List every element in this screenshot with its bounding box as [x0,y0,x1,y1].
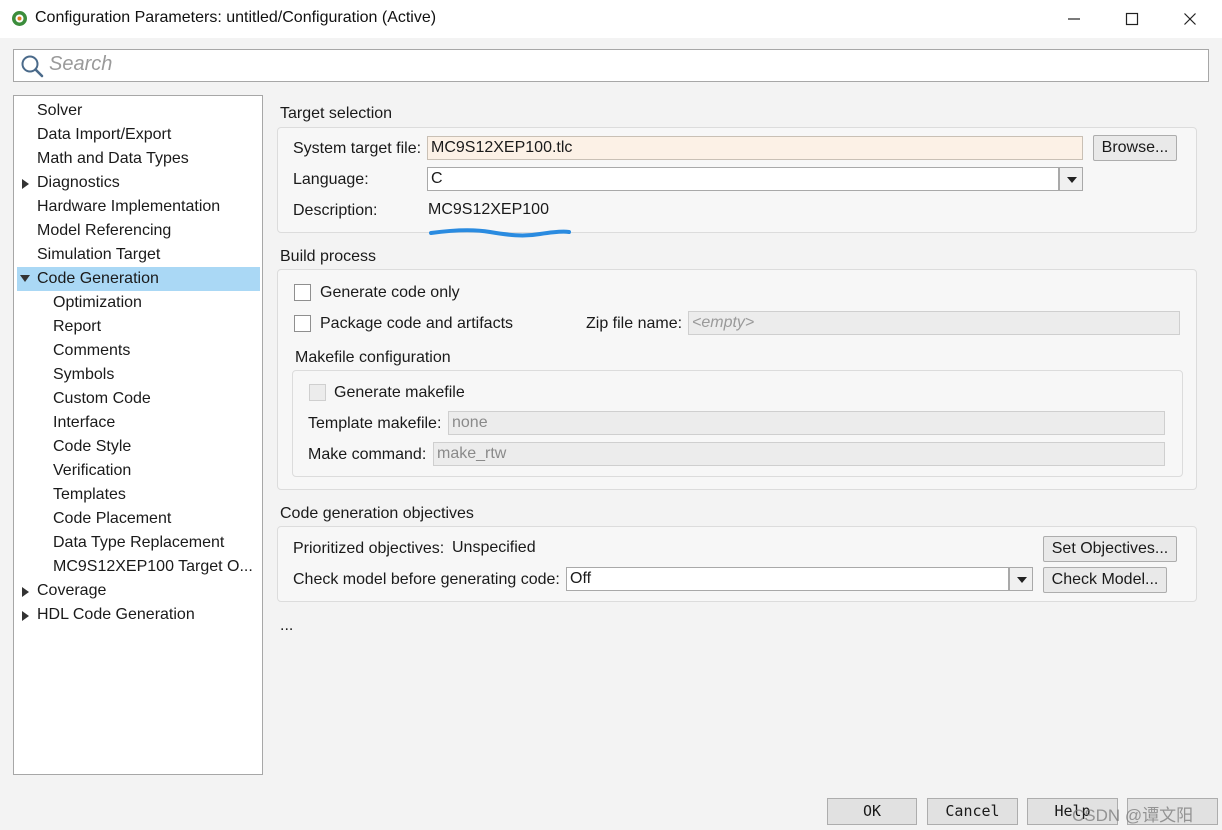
expand-arrow-icon[interactable] [22,179,30,189]
system-target-file-label: System target file: [293,140,422,157]
tree-item-target-options[interactable]: MC9S12XEP100 Target O... [17,555,260,579]
close-button[interactable] [1161,0,1219,38]
generate-code-only-label: Generate code only [320,284,460,301]
tree-item-solver[interactable]: Solver [17,99,260,123]
description-value: MC9S12XEP100 [428,201,549,218]
generate-makefile-checkbox[interactable] [309,384,326,401]
search-icon [21,55,44,78]
system-target-file-field[interactable]: MC9S12XEP100.tlc [427,136,1083,160]
expand-arrow-icon[interactable] [22,587,30,597]
check-model-dropdown-button[interactable] [1009,567,1033,591]
check-model-button[interactable]: Check Model... [1043,567,1167,593]
tree-item-data-import-export[interactable]: Data Import/Export [17,123,260,147]
prioritized-objectives-label: Prioritized objectives: [293,540,445,557]
tree-item-interface[interactable]: Interface [17,411,260,435]
tree-item-hdl-code-generation[interactable]: HDL Code Generation [17,603,260,627]
tree-item-diagnostics[interactable]: Diagnostics [17,171,260,195]
check-model-label: Check model before generating code: [293,571,560,588]
tree-item-comments[interactable]: Comments [17,339,260,363]
tree-item-math-and-data-types[interactable]: Math and Data Types [17,147,260,171]
search-placeholder: Search [49,53,113,75]
tree-item-simulation-target[interactable]: Simulation Target [17,243,260,267]
tree-item-templates[interactable]: Templates [17,483,260,507]
search-input[interactable]: Search [13,49,1209,82]
maximize-button[interactable] [1103,0,1161,38]
check-model-select[interactable]: Off [566,567,1009,591]
tree-item-custom-code[interactable]: Custom Code [17,387,260,411]
tree-item-symbols[interactable]: Symbols [17,363,260,387]
template-makefile-field[interactable]: none [448,411,1165,435]
chevron-down-icon [1067,177,1077,183]
simulink-app-icon [12,11,27,26]
set-objectives-button[interactable]: Set Objectives... [1043,536,1177,562]
browse-button[interactable]: Browse... [1093,135,1177,161]
watermark: CSDN @谭文阳 [1072,806,1194,825]
category-tree[interactable]: Solver Data Import/Export Math and Data … [13,95,263,775]
language-label: Language: [293,171,369,188]
makefile-config-title: Makefile configuration [295,349,451,366]
package-code-checkbox[interactable] [294,315,311,332]
tree-item-code-style[interactable]: Code Style [17,435,260,459]
ok-button[interactable]: OK [827,798,917,825]
tree-item-data-type-replacement[interactable]: Data Type Replacement [17,531,260,555]
underline-annotation [429,228,571,238]
collapse-arrow-icon[interactable] [20,275,30,283]
cancel-button[interactable]: Cancel [927,798,1018,825]
tree-item-coverage[interactable]: Coverage [17,579,260,603]
zip-file-label: Zip file name: [586,315,683,332]
package-code-label: Package code and artifacts [320,315,514,332]
make-command-field[interactable]: make_rtw [433,442,1165,466]
tree-item-code-placement[interactable]: Code Placement [17,507,260,531]
tree-item-optimization[interactable]: Optimization [17,291,260,315]
minimize-button[interactable] [1045,0,1103,38]
more-ellipsis: ... [280,617,294,634]
chevron-down-icon [1017,577,1027,583]
tree-item-verification[interactable]: Verification [17,459,260,483]
maximize-icon [1125,12,1139,26]
prioritized-objectives-value: Unspecified [452,539,536,556]
zip-file-field[interactable]: <empty> [688,311,1180,335]
close-icon [1184,13,1196,25]
minimize-icon [1068,18,1080,20]
language-dropdown-button[interactable] [1059,167,1083,191]
target-selection-title: Target selection [280,105,393,122]
tree-item-hardware-implementation[interactable]: Hardware Implementation [17,195,260,219]
title-bar: Configuration Parameters: untitled/Confi… [0,0,1222,38]
window-title: Configuration Parameters: untitled/Confi… [35,9,437,26]
tree-item-code-generation[interactable]: Code Generation [17,267,260,291]
tree-item-report[interactable]: Report [17,315,260,339]
generate-makefile-label: Generate makefile [334,384,465,401]
expand-arrow-icon[interactable] [22,611,30,621]
objectives-title: Code generation objectives [280,505,474,522]
generate-code-only-checkbox[interactable] [294,284,311,301]
template-makefile-label: Template makefile: [308,415,442,432]
description-label: Description: [293,202,378,219]
tree-item-model-referencing[interactable]: Model Referencing [17,219,260,243]
build-process-title: Build process [280,248,377,265]
language-select[interactable]: C [427,167,1059,191]
make-command-label: Make command: [308,446,427,463]
